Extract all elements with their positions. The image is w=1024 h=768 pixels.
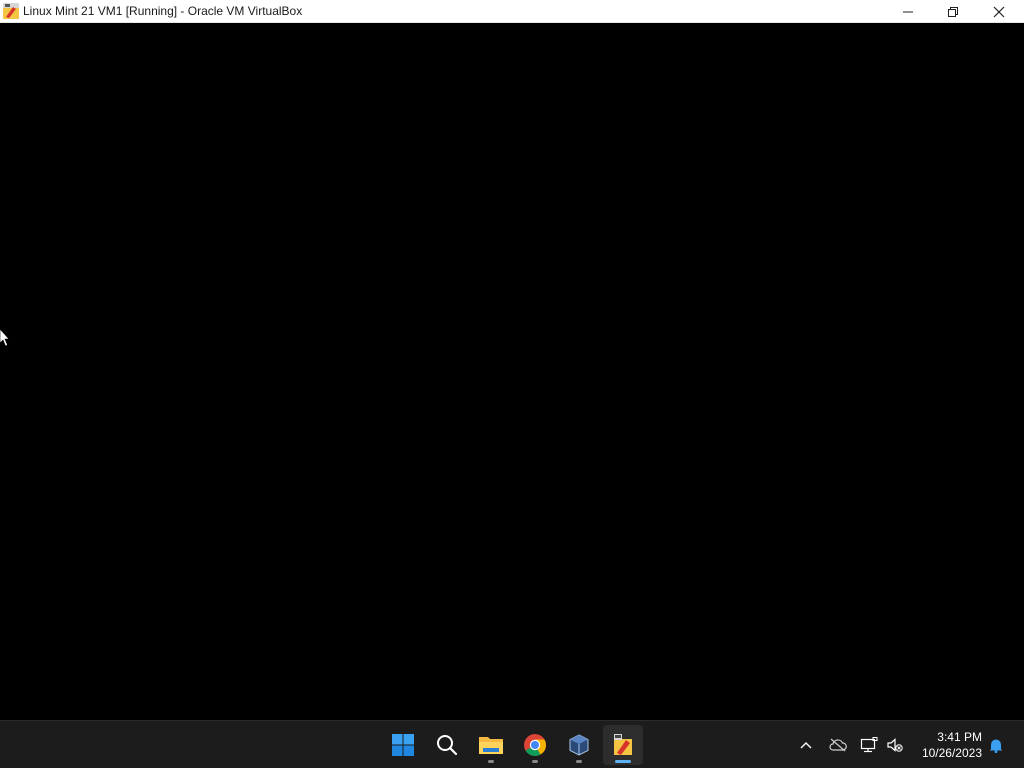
close-icon (993, 6, 1005, 17)
virtualbox-vm-icon (3, 3, 19, 19)
virtualbox-vm-icon (614, 734, 632, 755)
active-indicator (615, 760, 631, 763)
close-button[interactable] (976, 0, 1022, 23)
network-status[interactable] (859, 735, 879, 755)
volume-status[interactable] (885, 735, 905, 755)
notifications-button[interactable] (986, 735, 1006, 755)
minimize-button[interactable] (885, 0, 931, 23)
clock[interactable]: 3:41 PM 10/26/2023 (912, 729, 982, 761)
bell-icon (989, 739, 1003, 753)
chevron-up-icon (800, 742, 812, 749)
virtualbox-icon (569, 734, 589, 756)
running-indicator (532, 760, 538, 763)
onedrive-status[interactable] (828, 735, 848, 755)
show-hidden-icons-button[interactable] (796, 735, 816, 755)
folder-icon (479, 737, 503, 754)
volume-muted-icon (887, 738, 903, 752)
windows-start-icon (392, 734, 414, 756)
clock-date: 10/26/2023 (921, 746, 982, 760)
restore-icon (948, 6, 958, 17)
mouse-pointer-icon (0, 329, 10, 347)
window-title: Linux Mint 21 VM1 [Running] - Oracle VM … (23, 4, 303, 18)
maximize-button[interactable] (930, 0, 976, 23)
taskbar: 3:41 PM 10/26/2023 (0, 720, 1024, 768)
start-button[interactable] (383, 725, 423, 765)
file-explorer-button[interactable] (471, 725, 511, 765)
vm-window-button[interactable] (603, 725, 643, 765)
search-button[interactable] (427, 725, 467, 765)
minimize-icon (903, 11, 913, 12)
chrome-button[interactable] (515, 725, 555, 765)
running-indicator (488, 760, 494, 763)
chrome-icon (524, 734, 546, 756)
search-icon (437, 735, 458, 756)
vm-display[interactable] (0, 23, 1024, 720)
virtualbox-button[interactable] (559, 725, 599, 765)
running-indicator (576, 760, 582, 763)
onedrive-offline-icon (829, 738, 847, 752)
window-titlebar[interactable]: Linux Mint 21 VM1 [Running] - Oracle VM … (0, 0, 1024, 23)
clock-time: 3:41 PM (937, 730, 982, 744)
network-icon (860, 737, 878, 753)
